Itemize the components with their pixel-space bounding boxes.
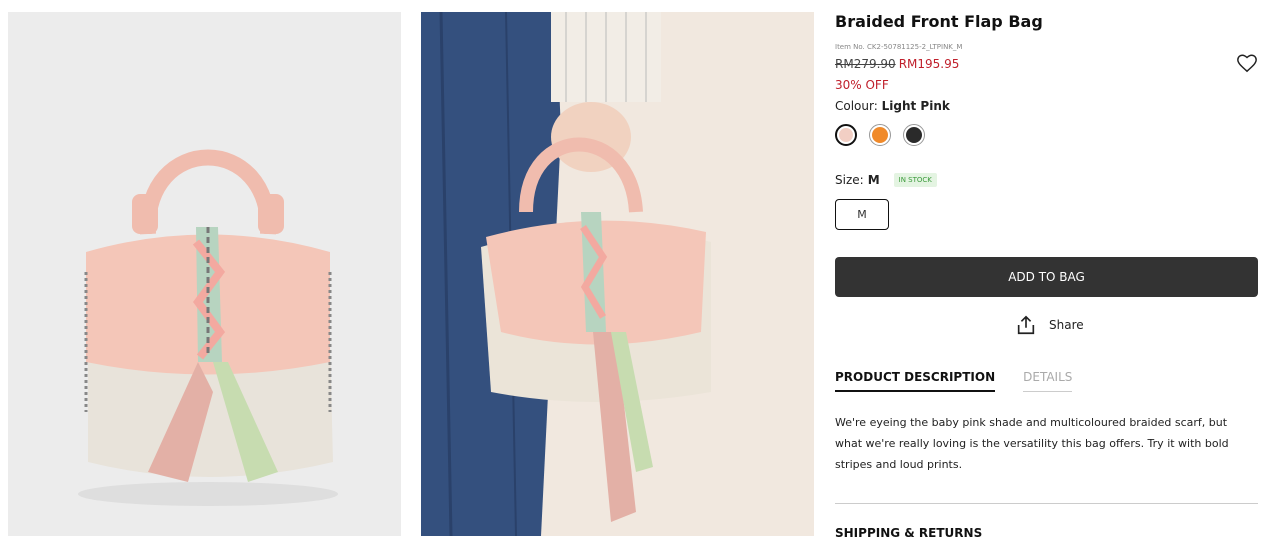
colour-swatches: [835, 124, 937, 146]
product-description-text: We're eyeing the baby pink shade and mul…: [835, 416, 1229, 471]
share-icon: [1017, 315, 1035, 335]
colour-swatch-black[interactable]: [903, 124, 925, 146]
tab-details[interactable]: DETAILS: [1023, 370, 1073, 392]
add-to-bag-button[interactable]: ADD TO BAG: [835, 257, 1258, 297]
product-tabs: PRODUCT DESCRIPTION DETAILS: [835, 370, 1100, 392]
colour-row: Colour: Light Pink: [835, 99, 950, 113]
section-divider: [835, 503, 1258, 504]
colour-value: Light Pink: [881, 99, 950, 113]
bag-model-illustration: [421, 12, 814, 536]
wishlist-heart-icon[interactable]: [1236, 52, 1258, 74]
share-button[interactable]: Share: [1015, 314, 1084, 336]
product-title: Braided Front Flap Bag: [835, 12, 1043, 31]
sale-price: RM195.95: [898, 57, 960, 71]
swatch-fill: [906, 127, 922, 143]
product-info-panel: Braided Front Flap Bag Item No. CK2-5078…: [835, 0, 1258, 544]
size-value: M: [867, 173, 880, 187]
colour-swatch-orange[interactable]: [869, 124, 891, 146]
size-label: Size:: [835, 173, 864, 187]
swatch-fill: [839, 128, 853, 142]
original-price: RM279.90: [835, 57, 896, 71]
product-image-front[interactable]: [8, 12, 401, 536]
bag-illustration-front: [8, 12, 401, 536]
colour-label: Colour:: [835, 99, 878, 113]
size-row: Size: M IN STOCK: [835, 173, 937, 187]
item-number: Item No. CK2-50781125-2_LTPINK_M: [835, 43, 963, 51]
shipping-returns-link[interactable]: SHIPPING & RETURNS: [835, 526, 982, 540]
discount-label: 30% OFF: [835, 78, 889, 92]
tab-product-description[interactable]: PRODUCT DESCRIPTION: [835, 370, 996, 392]
price-row: RM279.90 RM195.95: [835, 57, 959, 71]
swatch-fill: [872, 127, 888, 143]
share-label: Share: [1049, 318, 1084, 332]
colour-swatch-light-pink[interactable]: [835, 124, 857, 146]
product-image-model[interactable]: [421, 12, 814, 536]
size-option-m[interactable]: M: [835, 199, 889, 230]
stock-badge: IN STOCK: [893, 173, 937, 187]
